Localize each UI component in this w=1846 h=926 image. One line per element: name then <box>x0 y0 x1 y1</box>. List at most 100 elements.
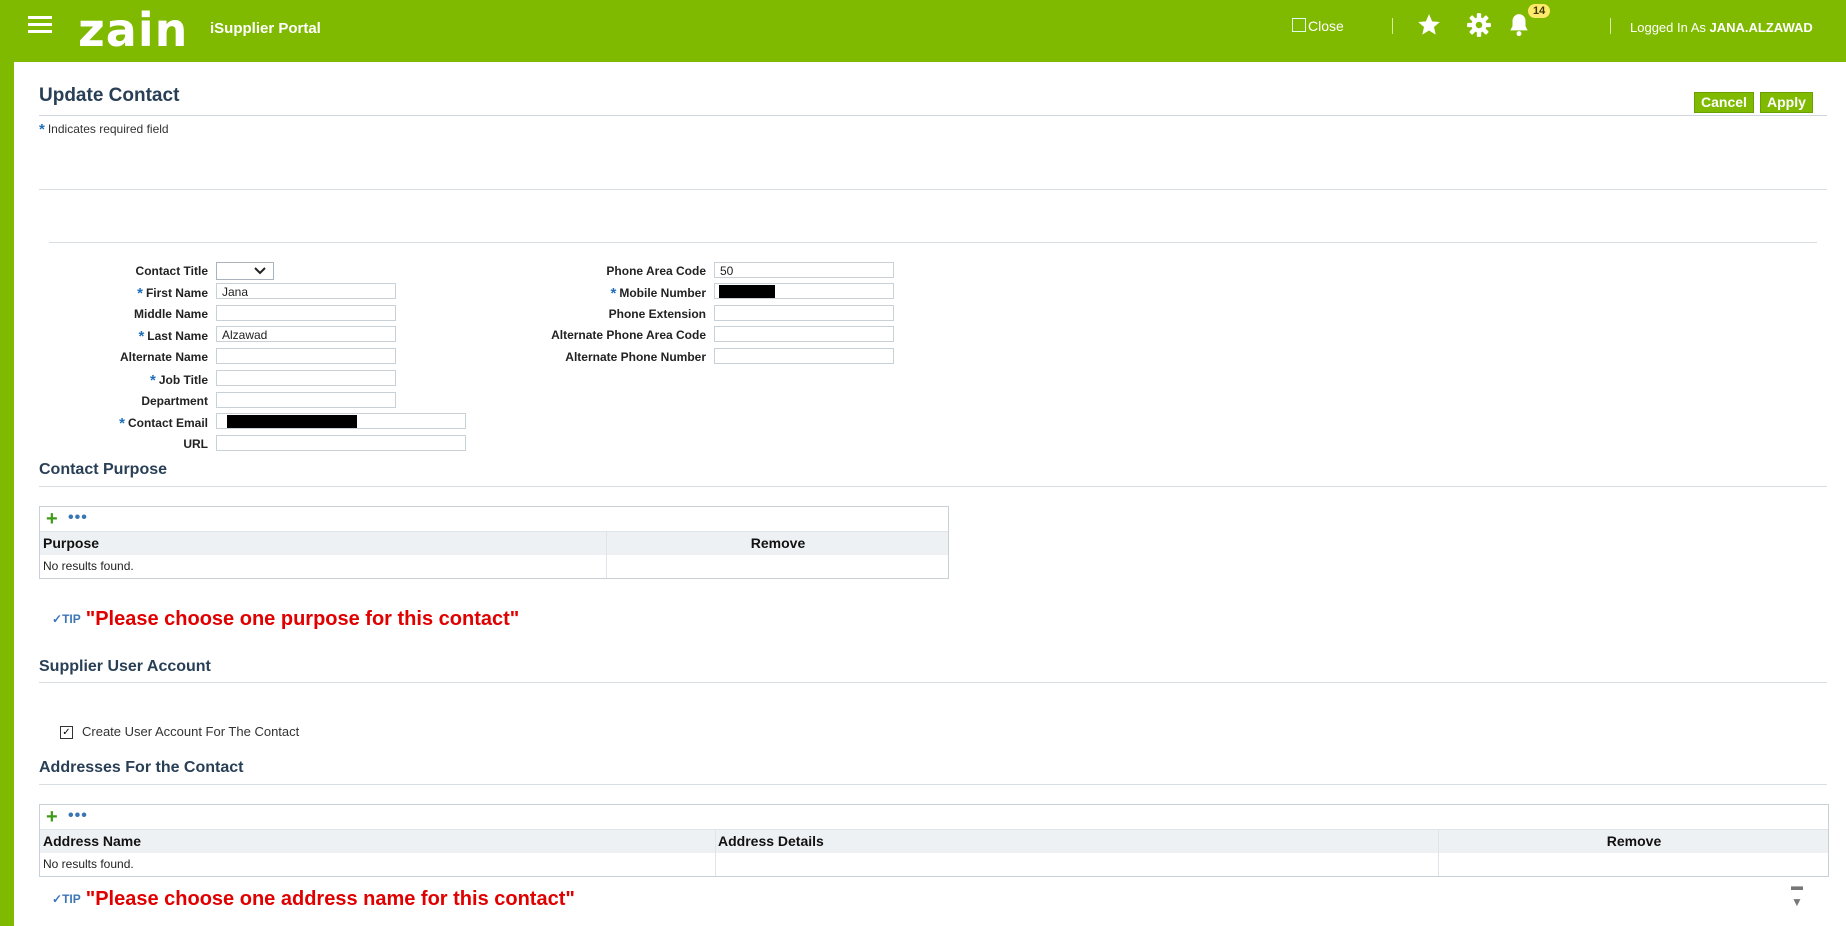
department-input[interactable] <box>216 392 396 408</box>
column-header-remove: Remove <box>750 535 806 551</box>
notification-count-badge: 14 <box>1528 4 1551 18</box>
column-header-address-name: Address Name <box>43 833 142 849</box>
purpose-tip-text: "Please choose one purpose for this cont… <box>85 608 520 630</box>
addresses-table: + ••• Address Name Address Details Remov… <box>39 804 1829 877</box>
job-title-input[interactable] <box>216 370 396 386</box>
contact-purpose-heading: Contact Purpose <box>39 461 168 478</box>
settings-gear-icon[interactable] <box>1466 12 1492 43</box>
scroll-up-icon[interactable]: ▬ <box>1791 879 1803 893</box>
header-separator <box>1392 18 1393 34</box>
column-divider <box>606 532 607 578</box>
required-star: * <box>138 328 145 345</box>
contact-title-select[interactable] <box>216 262 274 280</box>
phone-area-code-label: Phone Area Code <box>606 264 706 278</box>
alternate-name-input[interactable] <box>216 348 396 364</box>
first-name-label: * First Name <box>80 285 208 302</box>
divider <box>39 682 1827 683</box>
first-name-input[interactable]: Jana <box>216 283 396 299</box>
page-title: Update Contact <box>39 85 180 106</box>
close-link[interactable]: Close <box>1292 18 1344 34</box>
contact-title-label: Contact Title <box>135 264 208 278</box>
column-divider <box>1438 830 1439 876</box>
contact-email-label: * Contact Email <box>80 415 208 432</box>
column-header-address-details: Address Details <box>718 833 824 849</box>
middle-name-label: Middle Name <box>133 307 208 321</box>
job-title-label: * Job Title <box>80 372 208 389</box>
department-label: Department <box>141 394 208 408</box>
required-note-text: Indicates required field <box>47 122 169 136</box>
title-divider <box>39 115 1827 116</box>
table-header: Purpose Remove <box>40 532 948 555</box>
alternate-name-label: Alternate Name <box>119 350 208 364</box>
phone-extension-label: Phone Extension <box>608 307 706 321</box>
required-field-note: * Indicates required field <box>39 121 169 138</box>
divider <box>39 189 1827 190</box>
alternate-phone-area-code-input[interactable] <box>714 326 894 342</box>
column-header-remove: Remove <box>1606 833 1662 849</box>
divider <box>49 242 1817 243</box>
first-name-label-text: First Name <box>145 286 208 300</box>
mobile-number-label: * Mobile Number <box>500 285 706 302</box>
divider <box>39 486 1827 487</box>
logged-in-prefix: Logged In As <box>1630 20 1706 35</box>
empty-results-text: No results found. <box>43 857 134 871</box>
menu-icon[interactable] <box>28 12 56 38</box>
redaction-block <box>227 415 357 428</box>
contact-email-label-text: Contact Email <box>127 416 208 430</box>
notifications-bell-icon[interactable] <box>1506 12 1532 43</box>
alternate-phone-area-code-label: Alternate Phone Area Code <box>551 328 706 342</box>
close-label: Close <box>1308 18 1344 34</box>
job-title-label-text: Job Title <box>158 373 208 387</box>
main-content: Update Contact Cancel Apply * Indicates r… <box>14 62 1846 926</box>
add-icon[interactable]: + <box>46 509 58 529</box>
required-star: * <box>610 285 617 302</box>
addresses-heading: Addresses For the Contact <box>39 759 244 776</box>
tip-label: TIP <box>62 612 81 626</box>
column-header-purpose: Purpose <box>43 535 100 551</box>
apply-button[interactable]: Apply <box>1760 92 1813 113</box>
supplier-user-account-heading: Supplier User Account <box>39 658 211 675</box>
favorites-star-icon[interactable] <box>1416 12 1442 43</box>
divider <box>39 784 1827 785</box>
empty-results-text: No results found. <box>43 559 134 573</box>
required-star: * <box>119 415 125 432</box>
logged-in-text: Logged In As JANA.ALZAWAD <box>1630 20 1813 35</box>
required-star: * <box>39 121 45 138</box>
scroll-down-icon[interactable]: ▼ <box>1791 895 1803 909</box>
mobile-number-input[interactable] <box>714 283 894 299</box>
table-toolbar: + ••• <box>40 507 948 532</box>
middle-name-input[interactable] <box>216 305 396 321</box>
alternate-phone-number-input[interactable] <box>714 348 894 364</box>
contact-email-input[interactable] <box>216 413 466 429</box>
cancel-button[interactable]: Cancel <box>1694 92 1754 113</box>
tip-check-icon: ✓TIP <box>52 612 81 626</box>
more-options-icon[interactable]: ••• <box>68 807 88 825</box>
last-name-input[interactable]: Alzawad <box>216 326 396 342</box>
required-star: * <box>137 285 143 302</box>
tip-check-icon: ✓TIP <box>52 892 81 906</box>
header-separator <box>1610 18 1611 34</box>
redaction-block <box>719 285 775 298</box>
address-tip: ✓TIP "Please choose one address name for … <box>52 888 575 911</box>
url-label: URL <box>183 437 208 451</box>
phone-area-code-input[interactable]: 50 <box>714 262 894 278</box>
table-toolbar: + ••• <box>40 805 1828 830</box>
table-header: Address Name Address Details Remove <box>40 830 1828 853</box>
create-user-account-label: Create User Account For The Contact <box>82 724 300 739</box>
phone-extension-input[interactable] <box>714 305 894 321</box>
top-bar: zain iSupplier Portal Close 14 Logged In… <box>0 0 1846 62</box>
zain-logo: zain <box>78 3 189 57</box>
tip-label: TIP <box>62 892 81 906</box>
last-name-label-text: Last Name <box>147 329 208 343</box>
more-options-icon[interactable]: ••• <box>68 509 88 527</box>
url-input[interactable] <box>216 435 466 451</box>
username: JANA.ALZAWAD <box>1709 20 1813 35</box>
column-divider <box>715 830 716 876</box>
purpose-tip: ✓TIP "Please choose one purpose for this … <box>52 608 519 631</box>
add-icon[interactable]: + <box>46 807 58 827</box>
mobile-number-label-text: Mobile Number <box>619 286 706 300</box>
create-user-account-checkbox[interactable]: ✓ <box>60 726 73 739</box>
broken-image-icon <box>1292 18 1306 32</box>
alternate-phone-number-label: Alternate Phone Number <box>565 350 706 364</box>
portal-title: iSupplier Portal <box>210 20 321 37</box>
